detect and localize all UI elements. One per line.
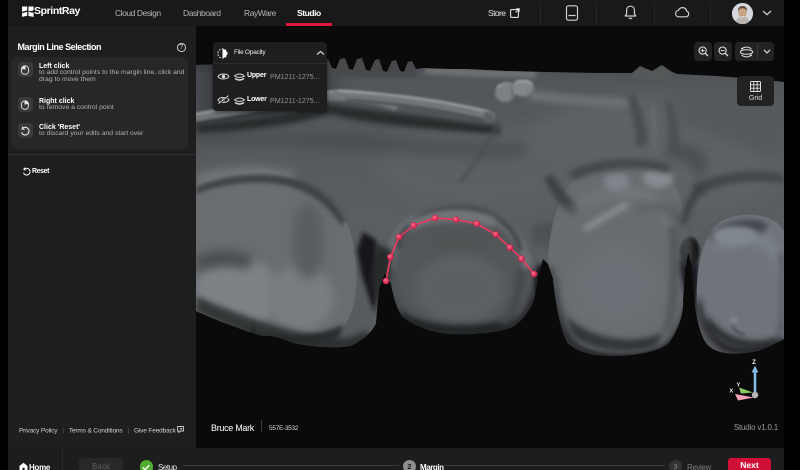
svg-text:Y: Y: [737, 383, 741, 389]
svg-text:Z: Z: [752, 360, 756, 366]
svg-text:X: X: [730, 389, 734, 395]
